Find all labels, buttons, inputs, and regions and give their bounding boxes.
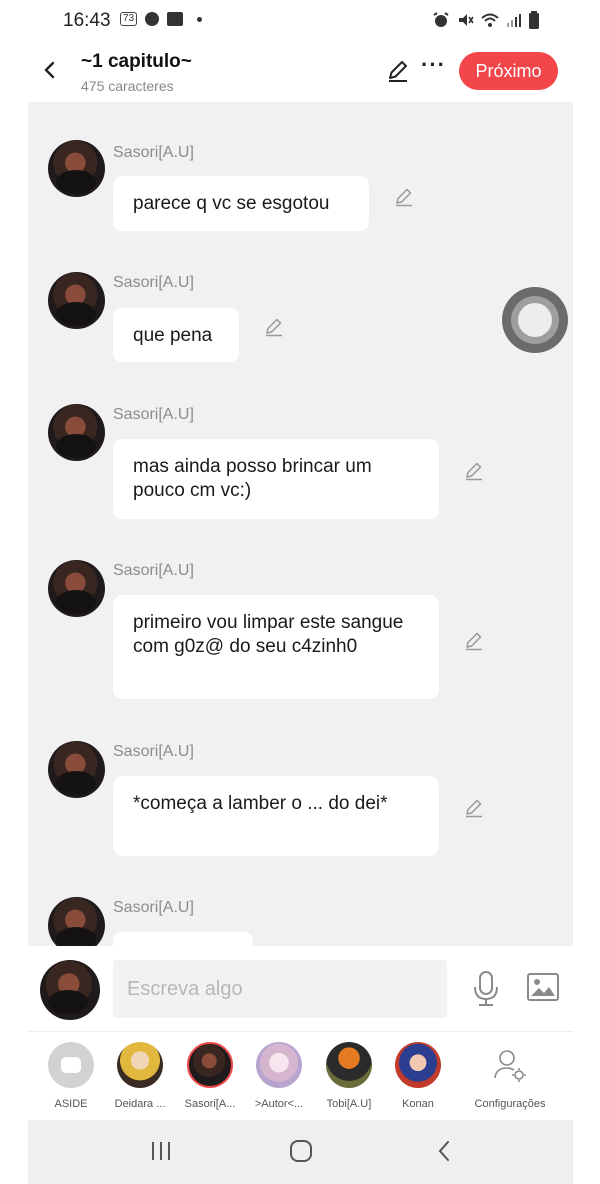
back-nav-icon [438,1141,449,1161]
character-label: >Autor<... [254,1098,304,1110]
chevron-left-icon [44,61,55,79]
floating-assistive-button[interactable] [502,287,568,353]
mute-icon [459,14,474,26]
user-settings-icon [494,1050,526,1082]
sender-name: Sasori[A.U] [113,743,194,760]
composer: Escreva algo [28,946,573,1032]
avatar[interactable] [48,741,105,798]
avatar[interactable] [48,140,105,197]
more-options-button[interactable]: ··· [421,52,446,78]
character-label: Configurações [474,1098,546,1110]
edit-message-button[interactable] [463,630,485,657]
character-settings[interactable]: Configurações [465,1042,555,1110]
record-icon [145,12,160,26]
more-notifications-icon [197,16,203,22]
message-input[interactable]: Escreva algo [113,960,447,1018]
avatar [256,1042,302,1088]
avatar[interactable] [48,897,105,946]
message-bubble[interactable]: primeiro vou limpar este sangue com g0z@… [113,595,439,699]
character-label: Konan [402,1098,434,1110]
avatar[interactable] [48,560,105,617]
selected-character-avatar[interactable] [40,960,100,1020]
pencil-icon [266,318,282,337]
pencil-icon [466,462,482,481]
message-bubble[interactable]: que pena [113,308,239,362]
alarm-icon [433,12,449,27]
wifi-icon [481,13,499,27]
battery-icon [529,11,539,29]
edit-message-button[interactable] [393,186,415,213]
message-bubble[interactable]: mas ainda posso brincar um pouco cm vc:) [113,439,439,519]
edit-message-button[interactable] [263,316,285,343]
avatar[interactable] [48,404,105,461]
recent-apps-icon [152,1142,170,1160]
avatar [395,1042,441,1088]
microphone-icon [474,971,498,1006]
character-tobi[interactable]: Tobi[A.U] [314,1042,384,1110]
message-bubble[interactable]: *começa a lamber o ... do dei* [113,776,439,856]
aside-avatar [48,1042,94,1088]
image-button[interactable] [526,972,560,1007]
pencil-icon [396,188,412,207]
edit-title-button[interactable] [385,58,411,89]
message-bubble[interactable] [113,932,253,946]
avatar [117,1042,163,1088]
home-button[interactable] [288,1138,314,1169]
sender-name: Sasori[A.U] [113,406,194,423]
sender-name: Sasori[A.U] [113,562,194,579]
chat-area[interactable]: Sasori[A.U] parece q vc se esgotou Sasor… [28,102,573,946]
character-label: ASIDE [54,1098,88,1110]
character-selector: ASIDE Deidara ... Sasori[A... >Autor<...… [28,1032,573,1120]
pencil-icon [466,799,482,818]
signal-icon [507,14,521,27]
home-icon [290,1140,312,1162]
character-aside[interactable]: ASIDE [36,1042,106,1110]
back-nav-button[interactable] [432,1138,458,1169]
voice-button[interactable] [471,970,501,1013]
notification-count-icon: 73 [120,12,138,26]
avatar[interactable] [48,272,105,329]
chapter-title: ~1 capitulo~ [81,51,192,72]
image-icon [527,973,559,1001]
back-button[interactable] [36,56,64,84]
edit-message-button[interactable] [463,460,485,487]
character-deidara[interactable]: Deidara ... [105,1042,175,1110]
avatar [187,1042,233,1088]
gallery-icon [167,12,184,26]
pencil-icon [466,632,482,651]
status-bar: 16:43 73 [0,0,600,40]
sender-name: Sasori[A.U] [113,899,194,916]
character-count: 475 caracteres [81,78,174,94]
pencil-icon [389,61,407,82]
avatar [326,1042,372,1088]
character-label: Tobi[A.U] [326,1098,372,1110]
recent-apps-button[interactable] [148,1138,174,1169]
sender-name: Sasori[A.U] [113,144,194,161]
message-bubble[interactable]: parece q vc se esgotou [113,176,369,231]
navigation-bar [28,1120,573,1184]
character-label: Deidara ... [114,1098,166,1110]
status-time: 16:43 [63,10,111,31]
edit-message-button[interactable] [463,797,485,824]
character-sasori[interactable]: Sasori[A... [175,1042,245,1110]
sender-name: Sasori[A.U] [113,274,194,291]
top-bar: ~1 capitulo~ 475 caracteres ··· Próximo [28,40,573,102]
character-autor[interactable]: >Autor<... [244,1042,314,1110]
character-konan[interactable]: Konan [383,1042,453,1110]
next-button[interactable]: Próximo [459,52,558,90]
character-label: Sasori[A... [184,1098,236,1110]
